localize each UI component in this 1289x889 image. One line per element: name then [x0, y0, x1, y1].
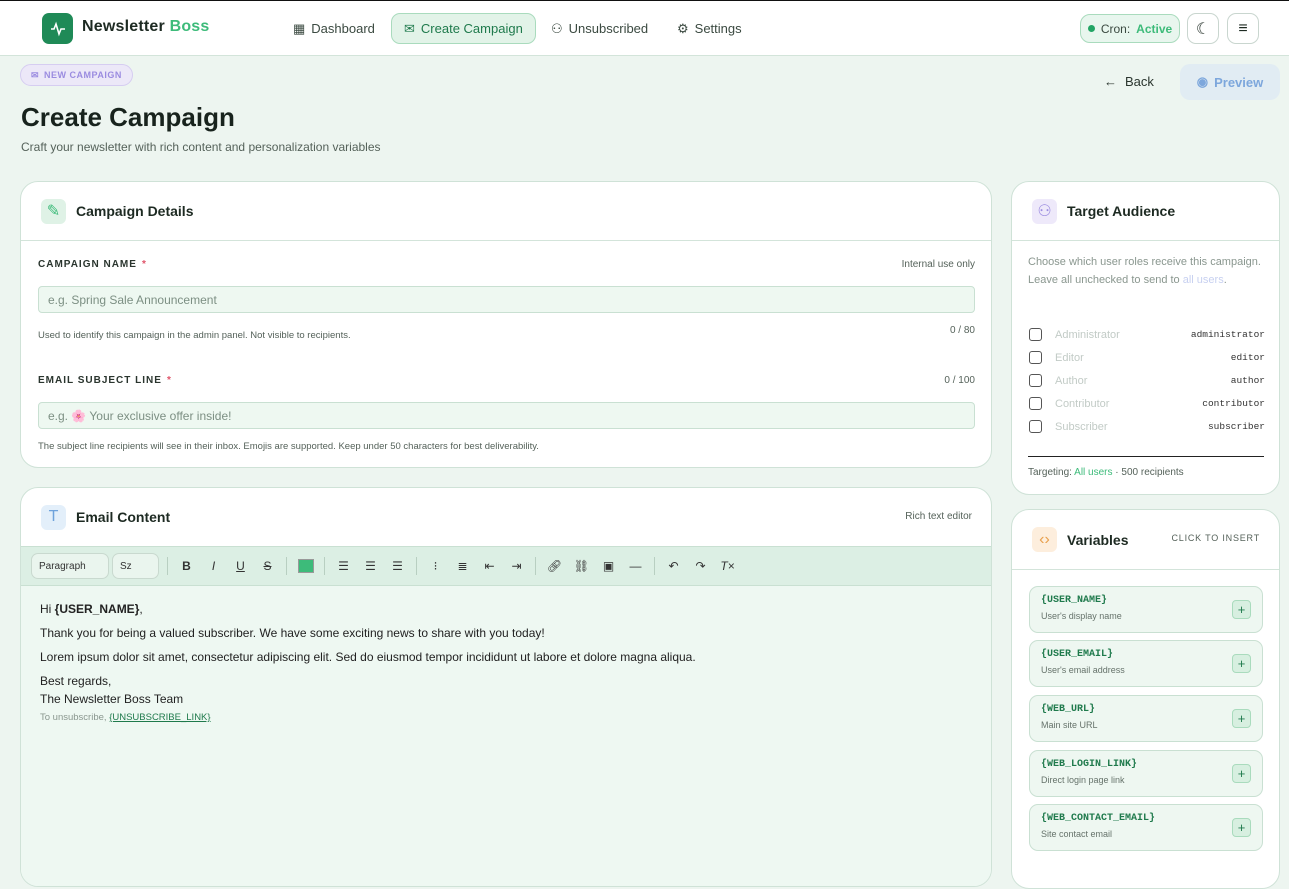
- campaign-name-input[interactable]: e.g. Spring Sale Announcement: [38, 286, 975, 313]
- plus-icon[interactable]: +: [1232, 764, 1251, 783]
- redo-icon[interactable]: ↷: [687, 553, 714, 579]
- user-x-icon: ⚇: [551, 20, 563, 36]
- hamburger-icon: ≡: [1238, 19, 1248, 37]
- role-administrator[interactable]: Administrator administrator: [1029, 328, 1265, 341]
- bold-icon[interactable]: B: [173, 553, 200, 579]
- plus-icon[interactable]: +: [1232, 654, 1251, 673]
- menu-button[interactable]: ≡: [1227, 13, 1259, 44]
- variable-item[interactable]: {USER_EMAIL} User's email address +: [1029, 640, 1263, 687]
- mail-icon: ✉: [404, 20, 415, 36]
- align-center-icon[interactable]: ☰: [357, 553, 384, 579]
- internal-note: Internal use only: [901, 259, 975, 270]
- card-title: Target Audience: [1067, 203, 1176, 219]
- nav-settings[interactable]: ⚙ Settings: [665, 13, 754, 44]
- editor-toolbar: Paragraph Sz B I U S ☰ ☰ ☰ ⁝ ≣ ⇤ ⇥ 🔗︎ ⛓ …: [21, 546, 991, 586]
- horizontal-rule-icon[interactable]: —: [622, 553, 649, 579]
- campaign-details-card: ✎ Campaign Details CAMPAIGN NAME * Interna…: [20, 181, 992, 468]
- checkbox[interactable]: [1029, 374, 1042, 387]
- size-select[interactable]: Sz: [112, 553, 159, 579]
- logo-pulse-icon[interactable]: [42, 13, 73, 44]
- users-icon: ⚇: [1032, 198, 1057, 224]
- theme-toggle-button[interactable]: ☾: [1187, 13, 1219, 44]
- email-content-card: T Email Content Rich text editor Paragraph…: [20, 487, 992, 887]
- divider: [1028, 456, 1264, 457]
- subject-help: The subject line recipients will see in …: [38, 441, 539, 452]
- numbered-list-icon[interactable]: ≣: [449, 553, 476, 579]
- align-left-icon[interactable]: ☰: [330, 553, 357, 579]
- moon-icon: ☾: [1195, 20, 1211, 38]
- page-subtitle: Craft your newsletter with rich content …: [21, 140, 381, 154]
- checkbox[interactable]: [1029, 397, 1042, 410]
- indent-icon[interactable]: ⇥: [503, 553, 530, 579]
- brand-name[interactable]: Newsletter Boss: [82, 18, 210, 36]
- plus-icon[interactable]: +: [1232, 709, 1251, 728]
- unlink-icon[interactable]: ⛓: [568, 553, 595, 579]
- clear-format-icon[interactable]: T×: [714, 553, 741, 579]
- nav-create-campaign[interactable]: ✉ Create Campaign: [391, 13, 536, 44]
- role-contributor[interactable]: Contributor contributor: [1029, 397, 1265, 410]
- back-button[interactable]: ← Back: [1104, 74, 1154, 89]
- align-right-icon[interactable]: ☰: [384, 553, 411, 579]
- undo-icon[interactable]: ↶: [660, 553, 687, 579]
- card-title: Variables: [1067, 531, 1129, 548]
- code-icon: ‹›: [1032, 527, 1057, 552]
- edit-icon: ✎: [41, 198, 66, 224]
- bullet-list-icon[interactable]: ⁝: [422, 553, 449, 579]
- audience-description: Choose which user roles receive this cam…: [1028, 256, 1261, 286]
- link-icon[interactable]: 🔗︎: [541, 553, 568, 579]
- target-audience-card: ⚇ Target Audience Choose which user roles…: [1011, 181, 1280, 495]
- role-author[interactable]: Author author: [1029, 374, 1265, 387]
- card-title: Email Content: [76, 509, 171, 525]
- checkbox[interactable]: [1029, 351, 1042, 364]
- nav-dashboard[interactable]: ▦ Dashboard: [281, 13, 387, 44]
- variable-item[interactable]: {WEB_CONTACT_EMAIL} Site contact email +: [1029, 804, 1263, 851]
- subject-label: EMAIL SUBJECT LINE *: [38, 375, 172, 386]
- text-color-button[interactable]: [292, 553, 319, 579]
- new-campaign-badge: ✉ NEW CAMPAIGN: [20, 64, 133, 86]
- page-title: Create Campaign: [21, 102, 235, 132]
- variable-item[interactable]: {WEB_URL} Main site URL +: [1029, 695, 1263, 742]
- top-nav-bar: Newsletter Boss ▦ Dashboard ✉ Create Campa…: [0, 1, 1289, 56]
- plus-icon[interactable]: +: [1232, 818, 1251, 837]
- role-subscriber[interactable]: Subscriber subscriber: [1029, 420, 1265, 433]
- strikethrough-icon[interactable]: S: [254, 553, 281, 579]
- targeting-summary: Targeting: All users · 500 recipients: [1028, 467, 1184, 478]
- cron-status-badge: Cron: Active: [1080, 14, 1180, 43]
- card-title: Campaign Details: [76, 203, 194, 219]
- plus-icon[interactable]: +: [1232, 600, 1251, 619]
- checkbox[interactable]: [1029, 328, 1042, 341]
- insert-hint: CLICK TO INSERT: [1171, 533, 1260, 543]
- email-body-editor[interactable]: Hi {USER_NAME}, Thank you for being a va…: [21, 586, 991, 886]
- campaign-name-count: 0 / 80: [949, 325, 975, 336]
- status-dot-icon: [1087, 25, 1095, 32]
- variables-card: ‹› Variables CLICK TO INSERT {USER_NAME} Us…: [1011, 509, 1280, 889]
- format-select[interactable]: Paragraph: [31, 553, 109, 579]
- subject-count: 0 / 100: [944, 375, 975, 386]
- subject-input[interactable]: e.g. 🌸 Your exclusive offer inside!: [38, 402, 975, 429]
- grid-icon: ▦: [293, 20, 306, 36]
- nav-unsubscribed[interactable]: ⚇ Unsubscribed: [539, 13, 660, 44]
- checkbox[interactable]: [1029, 420, 1042, 433]
- outdent-icon[interactable]: ⇤: [476, 553, 503, 579]
- variable-item[interactable]: {USER_NAME} User's display name +: [1029, 586, 1263, 633]
- italic-icon[interactable]: I: [200, 553, 227, 579]
- image-icon[interactable]: ▣: [595, 553, 622, 579]
- editor-note: Rich text editor: [905, 511, 972, 522]
- gear-icon: ⚙: [677, 20, 689, 36]
- preview-button[interactable]: ◉ Preview: [1180, 64, 1280, 100]
- campaign-name-help: Used to identify this campaign in the ad…: [38, 330, 351, 341]
- variable-item[interactable]: {WEB_LOGIN_LINK} Direct login page link +: [1029, 750, 1263, 797]
- arrow-left-icon: ←: [1104, 74, 1117, 89]
- role-editor[interactable]: Editor editor: [1029, 351, 1265, 364]
- unsubscribe-link[interactable]: {UNSUBSCRIBE_LINK}: [109, 712, 210, 723]
- text-icon: T: [41, 504, 66, 530]
- underline-icon[interactable]: U: [227, 553, 254, 579]
- campaign-name-label: CAMPAIGN NAME *: [38, 259, 147, 270]
- mail-icon: ✉: [31, 69, 40, 80]
- eye-icon: ◉: [1196, 74, 1209, 89]
